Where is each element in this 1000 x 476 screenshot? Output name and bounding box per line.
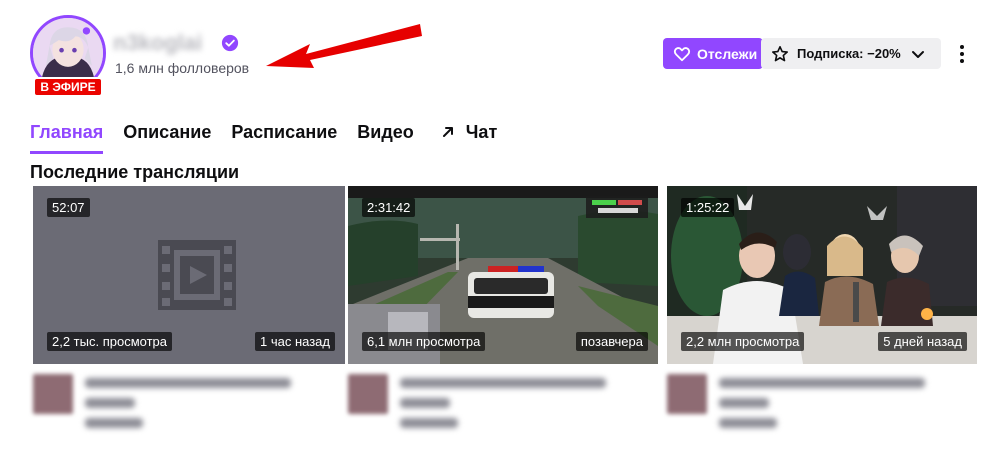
video-views: 2,2 тыс. просмотра — [47, 332, 173, 351]
video-meta — [33, 374, 345, 438]
video-card[interactable]: 52:07 2,2 тыс. просмотра 1 час назад — [30, 185, 348, 438]
annotation-arrow-icon — [266, 24, 422, 68]
meta-avatar[interactable] — [33, 374, 73, 414]
video-thumbnail[interactable]: 52:07 2,2 тыс. просмотра 1 час назад — [33, 186, 345, 364]
avatar-wrap[interactable]: В ЭФИРЕ — [30, 15, 106, 99]
tab-schedule[interactable]: Расписание — [231, 120, 337, 154]
chevron-down-icon — [911, 50, 924, 58]
tab-about[interactable]: Описание — [123, 120, 211, 154]
meta-avatar[interactable] — [667, 374, 707, 414]
channel-tabs: Главная Описание Расписание Видео Чат — [30, 120, 497, 154]
tab-chat[interactable]: Чат — [434, 120, 497, 154]
channel-name-redacted[interactable] — [85, 398, 135, 408]
follow-button[interactable]: Отслежи — [663, 38, 763, 69]
subscribe-button[interactable]: Подписка: −20% — [761, 38, 941, 69]
channel-header: В ЭФИРЕ n3koglai 1,6 млн фолловеров Отсл… — [0, 0, 1000, 110]
category-redacted[interactable] — [400, 418, 458, 428]
verified-badge-icon — [221, 34, 239, 52]
category-redacted[interactable] — [719, 418, 777, 428]
video-title-redacted[interactable] — [85, 378, 291, 388]
video-duration: 2:31:42 — [362, 198, 416, 217]
video-date: 5 дней назад — [878, 332, 967, 351]
channel-name[interactable]: n3koglai — [113, 30, 202, 56]
video-date: позавчера — [575, 332, 648, 351]
subscribe-label: Подписка: −20% — [797, 46, 901, 61]
video-duration: 1:25:22 — [681, 198, 735, 217]
video-date: 1 час назад — [255, 332, 335, 351]
follow-label: Отслежи — [697, 45, 758, 62]
channel-name-redacted[interactable] — [400, 398, 450, 408]
external-arrow-icon — [442, 127, 453, 137]
more-options-icon[interactable] — [952, 40, 972, 68]
video-meta — [348, 374, 658, 438]
channel-name-redacted[interactable] — [719, 398, 769, 408]
live-badge: В ЭФИРЕ — [33, 77, 103, 97]
heart-icon — [673, 46, 691, 61]
meta-avatar[interactable] — [348, 374, 388, 414]
follower-count: 1,6 млн фолловеров — [115, 60, 250, 76]
video-views: 2,2 млн просмотра — [681, 332, 805, 351]
video-views: 6,1 млн просмотра — [362, 332, 486, 351]
video-title-redacted[interactable] — [400, 378, 606, 388]
video-card[interactable]: 1:25:22 2,2 млн просмотра 5 дней назад — [667, 186, 977, 438]
video-meta — [667, 374, 977, 438]
tab-home[interactable]: Главная — [30, 120, 104, 154]
video-title-redacted[interactable] — [719, 378, 925, 388]
video-thumbnail[interactable]: 1:25:22 2,2 млн просмотра 5 дней назад — [667, 186, 977, 364]
tab-videos[interactable]: Видео — [357, 120, 414, 154]
video-card[interactable]: 2:31:42 6,1 млн просмотра позавчера — [348, 186, 658, 438]
section-title: Последние трансляции — [30, 162, 240, 182]
category-redacted[interactable] — [85, 418, 143, 428]
video-thumbnail[interactable]: 2:31:42 6,1 млн просмотра позавчера — [348, 186, 658, 364]
video-duration: 52:07 — [47, 198, 90, 217]
star-icon — [771, 45, 789, 61]
